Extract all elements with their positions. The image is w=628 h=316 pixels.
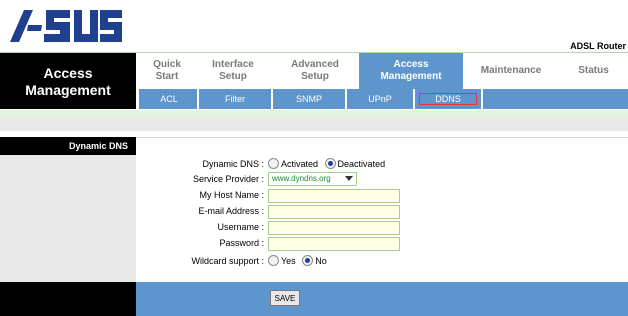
wildcard-no-label: No: [315, 256, 327, 266]
subtab-ddns[interactable]: DDNS: [415, 89, 481, 109]
section-heading-line2: Management: [25, 82, 111, 98]
activated-radio[interactable]: [268, 158, 279, 169]
subtab-separator: [481, 89, 483, 109]
email-input[interactable]: [268, 205, 400, 219]
tab-label: Interface: [212, 59, 254, 70]
dynamic-dns-radio-group: Activated Deactivated: [268, 157, 389, 171]
section-sidebar: [0, 155, 136, 282]
tab-status[interactable]: Status: [559, 53, 628, 89]
section-label: Dynamic DNS: [0, 137, 136, 155]
subtab-filter[interactable]: Filter: [199, 89, 271, 109]
main-nav: Quick Start Interface Setup Advanced Setup …: [139, 53, 628, 89]
footer-left: [0, 282, 136, 316]
tab-label: Access: [393, 59, 429, 70]
deactivated-radio[interactable]: [324, 158, 336, 169]
service-provider-select[interactable]: www.dyndns.org: [268, 172, 357, 186]
password-input[interactable]: [268, 237, 400, 251]
tab-label: Advanced: [291, 59, 339, 70]
username-input[interactable]: [268, 221, 400, 235]
tab-label: Start: [155, 71, 179, 82]
tab-maintenance[interactable]: Maintenance: [463, 53, 559, 89]
tab-label: Setup: [219, 71, 247, 82]
wildcard-yes-radio[interactable]: [268, 255, 279, 266]
product-name: ADSL Router: [570, 41, 626, 51]
subtab-snmp[interactable]: SNMP: [273, 89, 345, 109]
host-name-input[interactable]: [268, 189, 400, 203]
deactivated-label: Deactivated: [337, 159, 386, 169]
tab-advanced-setup[interactable]: Advanced Setup: [271, 53, 359, 89]
section-heading: Access Management: [0, 53, 136, 109]
header-strip: [0, 110, 628, 118]
tab-label: Setup: [301, 71, 329, 82]
section-heading-line1: Access: [43, 65, 93, 81]
save-button[interactable]: SAVE: [270, 290, 300, 306]
spacer-strip: [0, 118, 628, 131]
footer-bar: [136, 282, 628, 316]
wildcard-yes-label: Yes: [281, 256, 296, 266]
tab-label: Quick: [153, 59, 181, 70]
password-label: Password :: [219, 238, 264, 248]
tab-quick-start[interactable]: Quick Start: [139, 53, 195, 89]
section-divider: [136, 137, 628, 138]
sub-nav: ACL Filter SNMP UPnP DDNS: [139, 89, 628, 109]
username-label: Username :: [217, 222, 264, 232]
tab-interface-setup[interactable]: Interface Setup: [195, 53, 271, 89]
tab-label: Maintenance: [480, 65, 542, 76]
subtab-acl[interactable]: ACL: [141, 89, 197, 109]
host-name-label: My Host Name :: [199, 190, 264, 200]
wildcard-no-radio[interactable]: [302, 255, 314, 266]
subtab-upnp[interactable]: UPnP: [347, 89, 413, 109]
wildcard-label: Wildcard support :: [191, 256, 264, 266]
activated-label: Activated: [281, 159, 319, 169]
dynamic-dns-label: Dynamic DNS :: [202, 159, 264, 169]
asus-logo: [6, 7, 124, 45]
chevron-down-icon: [345, 176, 353, 181]
wildcard-radio-group: Yes No: [268, 254, 331, 268]
tab-label: Management: [380, 71, 442, 82]
service-provider-label: Service Provider :: [192, 174, 264, 184]
tab-label: Status: [578, 65, 609, 76]
tab-access-management[interactable]: Access Management: [359, 53, 463, 89]
email-label: E-mail Address :: [198, 206, 264, 216]
service-provider-value: www.dyndns.org: [272, 174, 331, 183]
